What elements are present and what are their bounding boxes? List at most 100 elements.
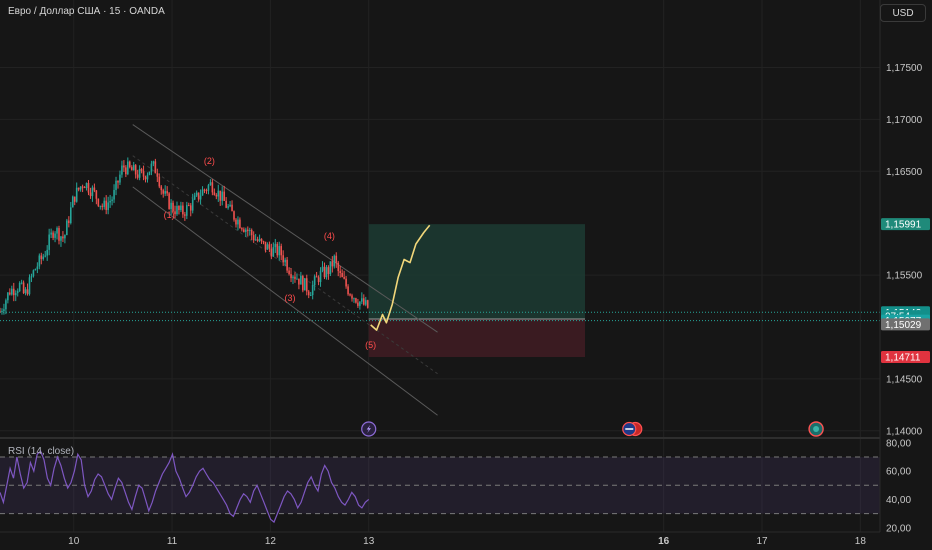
candle-body xyxy=(46,249,48,256)
indicator-label: RSI (14, close) xyxy=(8,446,74,457)
price-tag-label: 1,15991 xyxy=(885,220,922,231)
candle-body xyxy=(111,199,113,201)
candle-body xyxy=(290,274,292,279)
candle-body xyxy=(182,205,184,215)
wave-label: (1) xyxy=(164,210,175,220)
candle-body xyxy=(144,176,147,180)
candle-body xyxy=(323,266,326,278)
candle-body xyxy=(34,269,37,271)
candle-body xyxy=(54,233,56,238)
candle-body xyxy=(361,298,363,302)
candle-body xyxy=(362,298,365,305)
candle-body xyxy=(115,180,117,190)
rsi-tick-label: 60,00 xyxy=(886,467,911,478)
candle-body xyxy=(364,300,367,305)
rsi-tick-label: 40,00 xyxy=(886,495,911,506)
price-tag-label: 1,14711 xyxy=(885,353,921,364)
us-flag-event-icon[interactable] xyxy=(622,421,643,437)
candle-body xyxy=(52,232,54,238)
candle-body xyxy=(241,228,243,230)
candle-body xyxy=(97,198,100,206)
candle-body xyxy=(341,273,343,278)
candle-body xyxy=(349,294,351,296)
time-tick-label: 12 xyxy=(265,536,277,547)
candle-body xyxy=(187,205,190,207)
candle-body xyxy=(26,289,29,295)
candle-body xyxy=(68,220,70,224)
candle-body xyxy=(164,191,166,194)
candle-body xyxy=(309,295,312,297)
candle-body xyxy=(7,292,9,301)
time-tick-label: 11 xyxy=(167,536,178,547)
candle-body xyxy=(325,267,328,278)
candle-body xyxy=(140,168,143,172)
candle-body xyxy=(148,171,151,175)
candle-body xyxy=(73,196,76,202)
candle-body xyxy=(229,204,231,207)
candle-body xyxy=(36,266,39,270)
candle-body xyxy=(89,192,92,197)
candle-body xyxy=(162,190,165,194)
candle-body xyxy=(256,239,259,241)
candle-body xyxy=(199,195,202,200)
price-tick-label: 1,15500 xyxy=(886,271,923,282)
candle-body xyxy=(357,302,359,306)
candle-body xyxy=(254,239,257,241)
wave-label: (2) xyxy=(204,156,215,166)
candle-body xyxy=(319,270,322,283)
candle-body xyxy=(327,267,330,275)
candle-body xyxy=(14,293,17,296)
candle-body xyxy=(284,259,286,263)
candle-body xyxy=(170,202,172,209)
candle-body xyxy=(294,276,296,279)
candle-body xyxy=(343,277,345,279)
candle-body xyxy=(266,244,269,250)
candle-body xyxy=(191,199,194,211)
candle-body xyxy=(237,219,239,225)
chart-canvas[interactable]: (1) (2) (3) (4) (5) 1,17500 1,17000 1,16500 1,1… xyxy=(0,0,932,550)
currency-button[interactable]: USD xyxy=(880,4,926,22)
candle-body xyxy=(335,255,338,263)
candle-body xyxy=(119,174,121,183)
candle-body xyxy=(87,182,90,193)
candle-body xyxy=(62,236,64,239)
candle-body xyxy=(5,300,7,310)
candle-body xyxy=(1,310,3,312)
candle-body xyxy=(95,190,98,199)
wave-label: (3) xyxy=(285,293,296,303)
candle-body xyxy=(280,246,283,256)
candle-body xyxy=(60,236,62,241)
eu-event-dot xyxy=(813,426,820,432)
candle-body xyxy=(264,241,267,250)
candle-body xyxy=(231,204,233,212)
event-icons[interactable] xyxy=(361,421,824,437)
candle-body xyxy=(22,282,25,294)
price-tick-label: 1,16500 xyxy=(886,167,923,178)
candle-body xyxy=(333,255,336,267)
time-tick-label: 16 xyxy=(658,536,670,547)
candle-body xyxy=(252,235,255,241)
candle-body xyxy=(286,259,288,271)
candle-body xyxy=(345,278,347,287)
lightning-event-icon[interactable] xyxy=(361,421,377,437)
candle-body xyxy=(288,270,290,275)
candle-body xyxy=(123,165,125,168)
candle-body xyxy=(107,202,109,211)
candle-body xyxy=(152,161,155,164)
candle-body xyxy=(81,186,84,188)
candle-body xyxy=(189,205,192,211)
candle-body xyxy=(178,205,180,211)
candle-body xyxy=(127,161,129,175)
candle-body xyxy=(154,161,157,174)
candle-body xyxy=(176,205,178,215)
candle-body xyxy=(168,193,170,209)
candle-body xyxy=(103,200,106,207)
candle-body xyxy=(48,234,50,250)
candle-body xyxy=(351,295,353,299)
eu-event-icon[interactable] xyxy=(808,421,824,437)
candle-body xyxy=(300,275,302,285)
candle-body xyxy=(0,311,1,313)
candle-body xyxy=(121,165,123,175)
candle-body xyxy=(113,189,115,200)
candle-body xyxy=(221,191,224,201)
